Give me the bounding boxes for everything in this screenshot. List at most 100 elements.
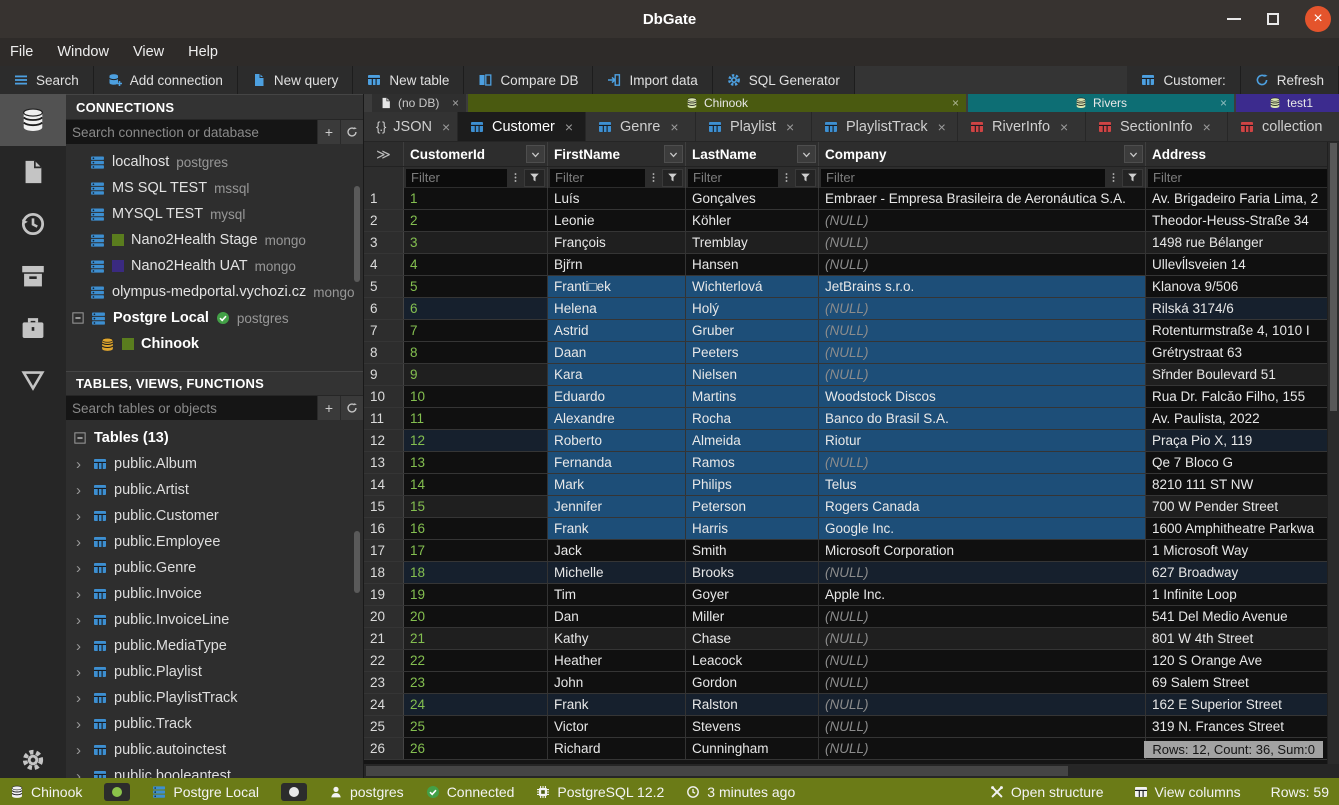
close-icon[interactable]: ×: [938, 119, 946, 135]
cell-customerid[interactable]: 1: [404, 188, 548, 209]
cell-lastname[interactable]: Gonçalves: [686, 188, 819, 209]
connections-scrollbar[interactable]: [354, 186, 360, 282]
cell-firstname[interactable]: Frank: [548, 694, 686, 715]
cell-customerid[interactable]: 6: [404, 298, 548, 319]
cell-customerid[interactable]: 24: [404, 694, 548, 715]
cell-address[interactable]: Av. Paulista, 2022: [1146, 408, 1336, 429]
table-item-public-playlisttrack[interactable]: ›public.PlaylistTrack: [66, 685, 363, 711]
table-row[interactable]: 1818MichelleBrooks(NULL)627 Broadway: [364, 562, 1339, 584]
cell-address[interactable]: 700 W Pender Street: [1146, 496, 1336, 517]
cell-customerid[interactable]: 12: [404, 430, 548, 451]
connection-item-mysql-test[interactable]: MYSQL TESTmysql: [66, 201, 363, 227]
cell-firstname[interactable]: François: [548, 232, 686, 253]
cell-customerid[interactable]: 13: [404, 452, 548, 473]
table-item-public-invoiceline[interactable]: ›public.InvoiceLine: [66, 607, 363, 633]
cell-company[interactable]: Woodstock Discos: [819, 386, 1146, 407]
table-row[interactable]: 22LeonieKöhler(NULL)Theodor-Heuss-Straße…: [364, 210, 1339, 232]
cell-customerid[interactable]: 20: [404, 606, 548, 627]
menu-help[interactable]: Help: [176, 38, 230, 66]
chevron-right-icon[interactable]: ›: [76, 456, 86, 473]
cell-firstname[interactable]: Roberto: [548, 430, 686, 451]
column-header-company[interactable]: Company: [819, 142, 1146, 166]
cell-lastname[interactable]: Martins: [686, 386, 819, 407]
cell-address[interactable]: Rilská 3174/6: [1146, 298, 1336, 319]
table-row[interactable]: 55Franti□ekWichterlováJetBrains s.r.o.Kl…: [364, 276, 1339, 298]
new-table-button[interactable]: New table: [353, 66, 463, 94]
cell-lastname[interactable]: Almeida: [686, 430, 819, 451]
refresh-button[interactable]: Refresh: [1241, 66, 1338, 94]
cell-lastname[interactable]: Peterson: [686, 496, 819, 517]
table-row[interactable]: 1010EduardoMartinsWoodstock DiscosRua Dr…: [364, 386, 1339, 408]
cell-lastname[interactable]: Gordon: [686, 672, 819, 693]
table-item-public-genre[interactable]: ›public.Genre: [66, 555, 363, 581]
cell-lastname[interactable]: Köhler: [686, 210, 819, 231]
cell-company[interactable]: (NULL): [819, 672, 1146, 693]
cell-address[interactable]: 1 Infinite Loop: [1146, 584, 1336, 605]
cell-company[interactable]: (NULL): [819, 298, 1146, 319]
table-row[interactable]: 1111AlexandreRochaBanco do Brasil S.A.Av…: [364, 408, 1339, 430]
cell-customerid[interactable]: 15: [404, 496, 548, 517]
cell-company[interactable]: (NULL): [819, 606, 1146, 627]
table-item-public-album[interactable]: ›public.Album: [66, 451, 363, 477]
close-icon[interactable]: ×: [952, 96, 959, 110]
cell-lastname[interactable]: Smith: [686, 540, 819, 561]
connection-item-ms-sql-test[interactable]: MS SQL TESTmssql: [66, 175, 363, 201]
tab-group-test1[interactable]: test1: [1236, 94, 1339, 112]
add-connection-plus-icon[interactable]: +: [317, 120, 340, 144]
cell-address[interactable]: Sřnder Boulevard 51: [1146, 364, 1336, 385]
cell-address[interactable]: 801 W 4th Street: [1146, 628, 1336, 649]
new-query-button[interactable]: New query: [238, 66, 353, 94]
close-icon[interactable]: ×: [670, 119, 678, 135]
connection-item-chinook[interactable]: Chinook: [66, 331, 363, 357]
chevron-right-icon[interactable]: ›: [76, 664, 86, 681]
cell-company[interactable]: (NULL): [819, 628, 1146, 649]
tab-group-rivers[interactable]: Rivers×: [968, 94, 1234, 112]
tables-plus-icon[interactable]: +: [317, 396, 340, 420]
cell-firstname[interactable]: Daan: [548, 342, 686, 363]
cell-address[interactable]: Rotenturmstraße 4, 1010 I: [1146, 320, 1336, 341]
cell-customerid[interactable]: 10: [404, 386, 548, 407]
chevron-right-icon[interactable]: ›: [76, 534, 86, 551]
cell-firstname[interactable]: Michelle: [548, 562, 686, 583]
filter-input-lastname[interactable]: [688, 169, 778, 187]
cell-customerid[interactable]: 8: [404, 342, 548, 363]
table-row[interactable]: 66HelenaHolý(NULL)Rilská 3174/6: [364, 298, 1339, 320]
table-row[interactable]: 1515JenniferPetersonRogers Canada700 W P…: [364, 496, 1339, 518]
cell-customerid[interactable]: 17: [404, 540, 548, 561]
table-row[interactable]: 2121KathyChase(NULL)801 W 4th Street: [364, 628, 1339, 650]
table-row[interactable]: 1414MarkPhilipsTelus8210 111 ST NW: [364, 474, 1339, 496]
table-item-public-artist[interactable]: ›public.Artist: [66, 477, 363, 503]
cell-company[interactable]: (NULL): [819, 320, 1146, 341]
cell-firstname[interactable]: Richard: [548, 738, 686, 759]
cell-lastname[interactable]: Cunningham: [686, 738, 819, 759]
cell-firstname[interactable]: John: [548, 672, 686, 693]
rail-item-connections[interactable]: [0, 94, 66, 146]
tab-collection[interactable]: collection: [1228, 112, 1339, 141]
cell-firstname[interactable]: Jack: [548, 540, 686, 561]
connection-item-nano2health-uat[interactable]: Nano2Health UATmongo: [66, 253, 363, 279]
tab-genre[interactable]: Genre×: [586, 112, 696, 141]
close-icon[interactable]: ×: [452, 96, 459, 110]
cell-firstname[interactable]: Luís: [548, 188, 686, 209]
table-row[interactable]: 1919TimGoyerApple Inc.1 Infinite Loop: [364, 584, 1339, 606]
tab-group-chinook[interactable]: Chinook×: [468, 94, 966, 112]
close-icon[interactable]: ×: [565, 119, 573, 135]
table-row[interactable]: 2424FrankRalston(NULL)162 E Superior Str…: [364, 694, 1339, 716]
filter-input-firstname[interactable]: [550, 169, 645, 187]
cell-company[interactable]: Microsoft Corporation: [819, 540, 1146, 561]
cell-firstname[interactable]: Franti□ek: [548, 276, 686, 297]
cell-firstname[interactable]: Bjřrn: [548, 254, 686, 275]
kebab-menu-icon[interactable]: [778, 169, 795, 187]
cell-firstname[interactable]: Helena: [548, 298, 686, 319]
cell-firstname[interactable]: Victor: [548, 716, 686, 737]
cell-customerid[interactable]: 3: [404, 232, 548, 253]
customer-button[interactable]: Customer:: [1127, 66, 1239, 94]
chevron-down-icon[interactable]: [664, 145, 683, 163]
kebab-menu-icon[interactable]: [645, 169, 662, 187]
status-item-open-structure[interactable]: Open structure: [990, 784, 1104, 800]
funnel-icon[interactable]: [524, 169, 545, 187]
tab-playlist[interactable]: Playlist×: [696, 112, 812, 141]
cell-firstname[interactable]: Eduardo: [548, 386, 686, 407]
cell-customerid[interactable]: 7: [404, 320, 548, 341]
filter-input-customerid[interactable]: [406, 169, 507, 187]
